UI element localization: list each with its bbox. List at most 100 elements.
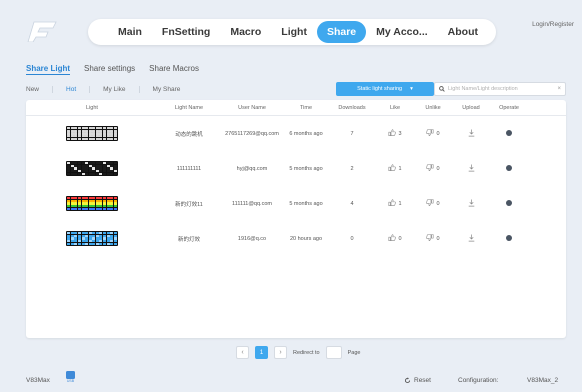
unlike-count: 0: [436, 130, 440, 137]
close-icon[interactable]: ×: [557, 86, 561, 92]
search-icon: [439, 86, 445, 92]
download-count: 4: [350, 200, 354, 207]
unlike-button[interactable]: 0: [414, 129, 452, 138]
nav-tab-macro[interactable]: Macro: [220, 21, 271, 43]
operate-cell: [490, 199, 528, 208]
column-header-unlike: Unlike: [425, 104, 441, 111]
download-count: 2: [350, 165, 354, 172]
column-header-downloads: Downloads: [338, 104, 366, 111]
unlike-count: 0: [436, 235, 440, 242]
user-name: hyj@qq.com: [236, 165, 268, 172]
light-name: 新的灯效11: [175, 201, 203, 208]
share-time: 6 months ago: [289, 130, 323, 137]
nav-tab-share[interactable]: Share: [316, 21, 367, 43]
table-body: 动态的跳机 2765117269@qq.com 6 months ago 7 3 0 111…: [26, 116, 566, 256]
operate-menu-icon[interactable]: [506, 234, 512, 241]
redirect-label: Redirect to: [293, 349, 320, 356]
usb-icon: [66, 371, 75, 379]
reset-label: Reset: [414, 377, 431, 384]
unlike-button[interactable]: 0: [414, 199, 452, 208]
download-icon: [468, 234, 475, 244]
keyboard-light-preview: [66, 231, 118, 246]
login-register-link[interactable]: Login/Register: [532, 21, 574, 28]
share-type-select[interactable]: Static light sharing ▾: [336, 82, 434, 96]
unlike-button[interactable]: 0: [414, 234, 452, 243]
upload-button[interactable]: [452, 164, 490, 174]
share-time: 20 hours ago: [289, 235, 323, 242]
thumbs-up-icon: [388, 164, 397, 173]
user-name: 111111@qq.com: [232, 200, 272, 207]
column-header-time: Time: [299, 104, 313, 111]
reset-button[interactable]: Reset: [404, 377, 431, 384]
user-name: 2765117269@qq.com: [225, 130, 279, 137]
subtab-share-macros[interactable]: Share Macros: [149, 64, 199, 75]
light-preview-cell: [26, 161, 158, 176]
nav-tab-fnsetting[interactable]: FnSetting: [152, 21, 220, 43]
search-input[interactable]: [448, 86, 558, 92]
column-header-operate: Operate: [499, 104, 519, 111]
download-icon: [468, 199, 475, 209]
share-time: 5 months ago: [289, 165, 323, 172]
unlike-count: 0: [436, 165, 440, 172]
filter-my-share[interactable]: My Share: [138, 86, 194, 93]
light-preview-cell: [26, 126, 158, 141]
download-icon: [468, 164, 475, 174]
like-count: 1: [398, 200, 402, 207]
usb-status: USB: [66, 371, 75, 383]
pagination: ‹ 1 › Redirect to Page: [236, 346, 360, 359]
upload-button[interactable]: [452, 129, 490, 139]
keyboard-light-preview: [66, 196, 118, 211]
light-preview-cell: [26, 231, 158, 246]
table-row: 新的灯效 1916@q.co 20 hours ago 0 0 0: [26, 221, 566, 256]
subtab-share-settings[interactable]: Share settings: [84, 64, 135, 75]
upload-button[interactable]: [452, 199, 490, 209]
table-row: 动态的跳机 2765117269@qq.com 6 months ago 7 3 0: [26, 116, 566, 151]
unlike-count: 0: [436, 200, 440, 207]
column-header-light-name: Light Name: [174, 104, 204, 111]
thumbs-down-icon: [426, 129, 434, 138]
nav-tab-about[interactable]: About: [438, 21, 488, 43]
share-table: Light Light Name User Name Time Downloads Lik…: [26, 100, 566, 338]
upload-button[interactable]: [452, 234, 490, 244]
operate-cell: [490, 129, 528, 138]
share-filters: New Hot My Like My Share: [26, 86, 193, 93]
operate-cell: [490, 164, 528, 173]
thumbs-up-icon: [388, 129, 397, 138]
download-icon: [468, 129, 475, 139]
share-type-value: Static light sharing: [357, 86, 403, 92]
configuration-value[interactable]: V83Max_2: [527, 377, 558, 384]
operate-menu-icon[interactable]: [506, 129, 512, 136]
filter-my-like[interactable]: My Like: [89, 86, 138, 93]
nav-tab-my-acco[interactable]: My Acco...: [366, 21, 438, 43]
table-row: 111111111 hyj@qq.com 5 months ago 2 1 0: [26, 151, 566, 186]
filter-new[interactable]: New: [26, 86, 52, 93]
current-page-button[interactable]: 1: [255, 346, 268, 359]
page-label: Page: [347, 349, 361, 356]
like-button[interactable]: 3: [376, 129, 414, 138]
keyboard-light-preview: [66, 126, 118, 141]
download-count: 7: [350, 130, 354, 137]
like-count: 0: [398, 235, 402, 242]
like-button[interactable]: 1: [376, 164, 414, 173]
column-header-user-name: User Name: [238, 104, 266, 111]
unlike-button[interactable]: 0: [414, 164, 452, 173]
main-nav: Main FnSetting Macro Light Share My Acco... Ab…: [88, 19, 496, 45]
light-name: 111111111: [176, 165, 202, 172]
device-model: V83Max: [26, 377, 50, 384]
column-header-light: Light: [86, 104, 98, 111]
nav-tab-main[interactable]: Main: [108, 21, 152, 43]
next-page-button[interactable]: ›: [274, 346, 287, 359]
nav-tab-light[interactable]: Light: [271, 21, 317, 43]
operate-menu-icon[interactable]: [506, 164, 512, 171]
like-button[interactable]: 1: [376, 199, 414, 208]
prev-page-button[interactable]: ‹: [236, 346, 249, 359]
like-button[interactable]: 0: [376, 234, 414, 243]
operate-menu-icon[interactable]: [506, 199, 512, 206]
thumbs-up-icon: [388, 234, 397, 243]
filter-hot[interactable]: Hot: [52, 86, 89, 93]
operate-cell: [490, 234, 528, 243]
subtab-share-light[interactable]: Share Light: [26, 64, 71, 75]
thumbs-down-icon: [426, 234, 434, 243]
page-jump-input[interactable]: [325, 346, 342, 359]
chevron-down-icon: ▾: [410, 86, 413, 92]
